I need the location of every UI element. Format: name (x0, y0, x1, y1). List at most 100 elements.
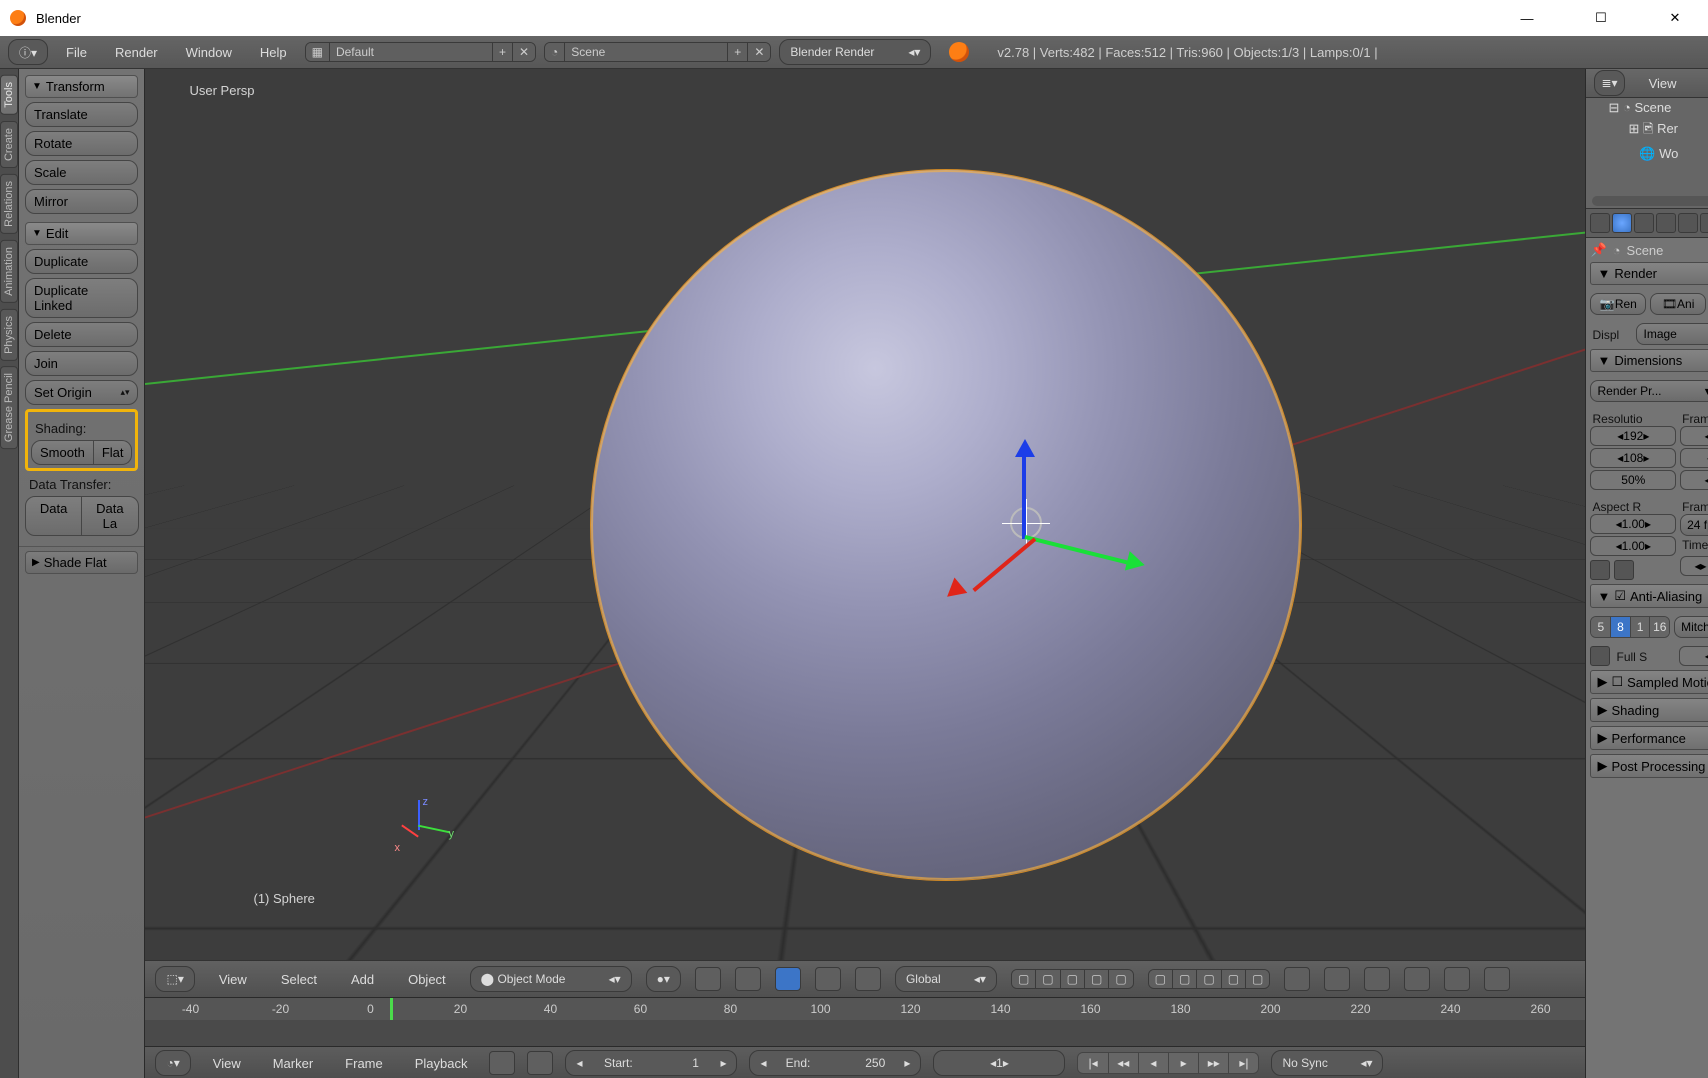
proptab-constraints[interactable] (1700, 213, 1708, 233)
scene-dropdown[interactable]: ◔ Scene + ✕ (544, 42, 771, 62)
frame-start-prop-field[interactable]: ◂ St: 1 ▸ (1680, 426, 1708, 446)
manipulator-translate[interactable] (775, 967, 801, 991)
tab-grease-pencil[interactable]: Grease Pencil (0, 366, 18, 449)
av-sync-dropdown[interactable]: No Sync◂▾ (1271, 1050, 1383, 1076)
resolution-y-field[interactable]: ◂ 108 ▸ (1590, 448, 1676, 468)
sphere-object[interactable] (590, 169, 1302, 881)
menu-file[interactable]: File (56, 45, 97, 60)
layer-buttons-top[interactable]: ▢▢▢▢▢ (1011, 969, 1134, 989)
outliner-scrollbar[interactable] (1592, 196, 1708, 206)
proptab-world[interactable] (1656, 213, 1676, 233)
opengl-render-icon[interactable] (1444, 967, 1470, 991)
layer-buttons-bottom[interactable]: ▢▢▢▢▢ (1148, 969, 1271, 989)
vp-menu-object[interactable]: Object (398, 972, 456, 987)
scale-button[interactable]: Scale (25, 160, 138, 185)
proptab-render-layers[interactable] (1612, 213, 1632, 233)
transport-controls[interactable]: |◂ ◂◂ ◂ ▸ ▸▸ ▸| (1077, 1052, 1259, 1074)
lock-icon[interactable] (527, 1051, 553, 1075)
time-old-field[interactable]: ◂▸ (1680, 556, 1708, 576)
vp-menu-select[interactable]: Select (271, 972, 327, 987)
layout-add-button[interactable]: + (492, 43, 512, 61)
panel-header-dimensions[interactable]: ▼Dimensions (1590, 349, 1708, 372)
timeline-ruler[interactable]: -40-200204060801001201401601802002202402… (145, 997, 1585, 1046)
shade-flat-button[interactable]: Flat (94, 440, 133, 465)
3d-viewport[interactable]: User Persp z y x (1) Sphere (145, 69, 1585, 960)
join-button[interactable]: Join (25, 351, 138, 376)
menu-window[interactable]: Window (176, 45, 242, 60)
panel-header-render[interactable]: ▼Render (1590, 262, 1708, 285)
editor-type-timeline-icon[interactable]: ◔▾ (155, 1050, 190, 1076)
panel-header-sampled-motion[interactable]: ▶☐ Sampled Motio (1590, 670, 1708, 694)
operator-panel-header[interactable]: ▶Shade Flat (25, 551, 138, 574)
render-preset-dropdown[interactable]: Render Pr...▾ (1590, 380, 1708, 402)
data-transfer-button[interactable]: Data (25, 496, 82, 536)
outliner-render-layers-row[interactable]: ⊞ 🖻 Rer (1586, 118, 1708, 144)
framerate-dropdown[interactable]: 24 fps▾ (1680, 514, 1708, 536)
outliner-world-row[interactable]: 🌐 Wo (1586, 144, 1708, 164)
transform-orientation-dropdown[interactable]: Global◂▾ (895, 966, 997, 992)
crop-checkbox[interactable] (1614, 560, 1634, 580)
next-key-icon[interactable]: ▸▸ (1198, 1053, 1228, 1073)
editor-type-info-icon[interactable]: ⓘ▾ (8, 39, 48, 65)
layout-remove-button[interactable]: ✕ (512, 43, 535, 61)
panel-header-edit[interactable]: ▼Edit (25, 222, 138, 245)
render-image-button[interactable]: 📷Ren (1590, 293, 1646, 315)
opengl-render-anim-icon[interactable] (1484, 967, 1510, 991)
set-origin-dropdown[interactable]: Set Origin▴▾ (25, 380, 138, 405)
menu-render[interactable]: Render (105, 45, 168, 60)
tab-create[interactable]: Create (0, 121, 18, 168)
frame-end-field[interactable]: ◂ End: 250 ▸ (749, 1050, 921, 1076)
panel-header-transform[interactable]: ▼Transform (25, 75, 138, 98)
full-sample-checkbox[interactable] (1590, 646, 1610, 666)
shade-smooth-button[interactable]: Smooth (31, 440, 94, 465)
mirror-button[interactable]: Mirror (25, 189, 138, 214)
border-checkbox[interactable] (1590, 560, 1610, 580)
panel-header-anti-aliasing[interactable]: ▼☑ Anti-Aliasing (1590, 584, 1708, 608)
proportional-edit-icon[interactable] (1324, 967, 1350, 991)
vp-menu-view[interactable]: View (209, 972, 257, 987)
data-layout-button[interactable]: Data La (82, 496, 138, 536)
play-icon[interactable]: ▸ (1168, 1053, 1198, 1073)
tl-menu-view[interactable]: View (203, 1056, 251, 1071)
editor-type-3dview-icon[interactable]: ⬚▾ (155, 966, 194, 992)
tl-menu-frame[interactable]: Frame (335, 1056, 393, 1071)
tab-animation[interactable]: Animation (0, 240, 18, 303)
prev-key-icon[interactable]: ◂◂ (1108, 1053, 1138, 1073)
frame-step-field[interactable]: ◂ Fr: 1 ▸ (1680, 470, 1708, 490)
pivot-dropdown[interactable] (695, 967, 721, 991)
render-engine-dropdown[interactable]: Blender Render◂▾ (779, 39, 931, 65)
outliner-menu-view[interactable]: View (1639, 76, 1687, 91)
proptab-render[interactable] (1590, 213, 1610, 233)
manipulator-scale[interactable] (855, 967, 881, 991)
rotate-button[interactable]: Rotate (25, 131, 138, 156)
frame-end-prop-field[interactable]: ◂ 250 ▸ (1680, 448, 1708, 468)
manipulator-toggle[interactable] (735, 967, 761, 991)
outliner-scene-row[interactable]: ⊟ ◔ Scene (1586, 98, 1708, 118)
play-rev-icon[interactable]: ◂ (1138, 1053, 1168, 1073)
outliner-tree[interactable]: + ⊟ ◔ Scene ⊞ 🖻 Rer 🌐 Wo (1586, 98, 1708, 208)
scene-remove-button[interactable]: ✕ (747, 43, 770, 61)
window-minimize-button[interactable]: — (1504, 11, 1550, 26)
interaction-mode-dropdown[interactable]: ⬤ Object Mode◂▾ (470, 966, 632, 992)
viewport-shading-dropdown[interactable]: ●▾ (646, 966, 681, 992)
aa-samples-buttons[interactable]: 5 8 1 16 (1590, 616, 1670, 638)
panel-header-post-processing[interactable]: ▶Post Processing (1590, 754, 1708, 778)
window-maximize-button[interactable]: ☐ (1578, 10, 1624, 26)
snap-icon[interactable] (1364, 967, 1390, 991)
pin-icon[interactable]: 📌 (1590, 242, 1606, 258)
delete-button[interactable]: Delete (25, 322, 138, 347)
duplicate-linked-button[interactable]: Duplicate Linked (25, 278, 138, 318)
screen-layout-dropdown[interactable]: ▦ Default + ✕ (305, 42, 536, 62)
render-display-dropdown[interactable]: Image▾ (1636, 323, 1708, 345)
outliner-menu-search[interactable]: Search (1701, 76, 1708, 91)
window-close-button[interactable]: ✕ (1652, 10, 1698, 26)
lock-camera-icon[interactable] (1284, 967, 1310, 991)
aa-filter-dropdown[interactable]: Mitche▾ (1674, 616, 1708, 638)
proptab-scene[interactable] (1634, 213, 1654, 233)
proptab-object[interactable] (1678, 213, 1698, 233)
panel-header-shading[interactable]: ▶Shading (1590, 698, 1708, 722)
rewind-icon[interactable]: |◂ (1078, 1053, 1107, 1073)
aa-size-field[interactable]: ◂ 1.00 ▸ (1679, 646, 1708, 666)
playhead[interactable] (390, 998, 393, 1020)
menu-help[interactable]: Help (250, 45, 297, 60)
